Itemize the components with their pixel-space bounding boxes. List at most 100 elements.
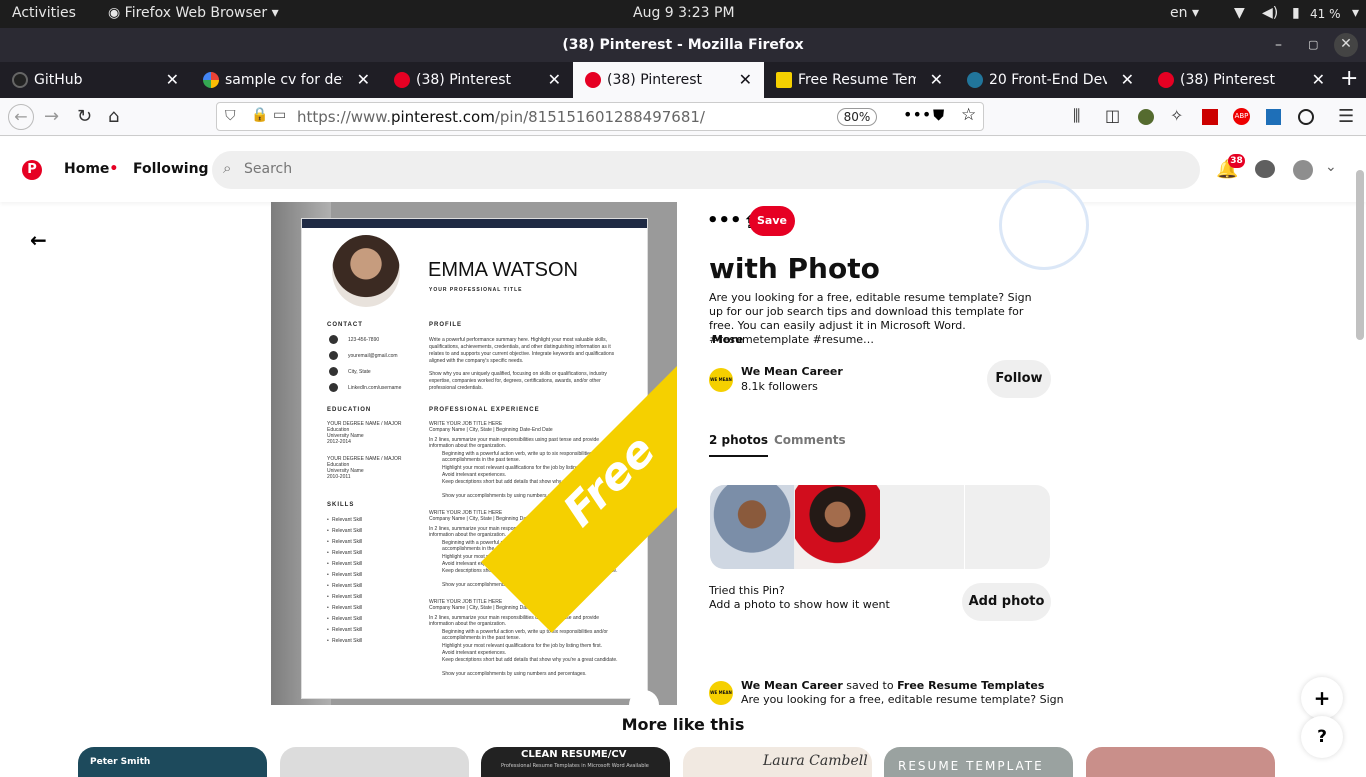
zoom-indicator[interactable]: 80% bbox=[837, 108, 877, 126]
reload-button[interactable]: ↻ bbox=[77, 106, 92, 127]
tab-pinterest-3[interactable]: (38) Pinterest ✕ bbox=[1146, 62, 1337, 98]
more-options-icon[interactable]: ••• bbox=[707, 210, 742, 231]
nav-home[interactable]: Home• bbox=[64, 161, 118, 177]
close-tab-icon[interactable]: ✕ bbox=[357, 70, 370, 89]
pin-image[interactable]: EMMA WATSON YOUR PROFESSIONAL TITLE CONT… bbox=[271, 202, 677, 705]
search-placeholder: Search bbox=[244, 161, 293, 177]
saver-avatar[interactable]: WE MEAN CAREER bbox=[709, 681, 733, 705]
creator-name[interactable]: We Mean Career bbox=[741, 365, 843, 378]
back-arrow-icon[interactable]: ← bbox=[30, 228, 47, 252]
resume-profile-text-2: Show why you are uniquely qualified, foc… bbox=[429, 371, 607, 391]
tab-label: (38) Pinterest bbox=[607, 72, 703, 88]
forward-button[interactable]: → bbox=[44, 106, 59, 127]
menu-hamburger-icon[interactable]: ☰ bbox=[1338, 106, 1354, 127]
related-pin-1[interactable]: Peter Smith bbox=[78, 747, 267, 777]
skill-bullet-icon: • bbox=[327, 583, 329, 589]
tried-photo-2[interactable] bbox=[795, 485, 880, 569]
permissions-icon[interactable]: ▭ bbox=[273, 107, 286, 123]
minimize-button[interactable]: – bbox=[1275, 28, 1282, 62]
email-icon bbox=[329, 351, 338, 360]
resume-contact-heading: CONTACT bbox=[327, 322, 363, 328]
app-menu[interactable]: ◉ Firefox Web Browser ▾ bbox=[108, 5, 279, 21]
tab-pinterest-1[interactable]: (38) Pinterest ✕ bbox=[382, 62, 573, 98]
system-menu-chevron-icon[interactable]: ▾ bbox=[1352, 5, 1359, 21]
pin-details: ••• ⇪ with Photo Are you looking for a f… bbox=[677, 180, 1089, 706]
lock-icon[interactable]: 🔒 bbox=[251, 107, 268, 123]
resume-job-line: Avoid irrelevant experiences. bbox=[442, 650, 507, 656]
new-tab-button[interactable]: + bbox=[1340, 66, 1358, 91]
pocket-icon[interactable]: ⛊ bbox=[933, 106, 944, 124]
home-label: Home bbox=[64, 161, 110, 177]
tab-photos[interactable]: 2 photos bbox=[709, 433, 769, 457]
activities-button[interactable]: Activities bbox=[12, 5, 76, 21]
wifi-icon[interactable]: ▼ bbox=[1234, 5, 1245, 21]
close-tab-icon[interactable]: ✕ bbox=[548, 70, 561, 89]
firefox-icon: ◉ bbox=[108, 5, 125, 21]
nav-following[interactable]: Following bbox=[133, 161, 209, 177]
volume-icon[interactable]: ◀) bbox=[1262, 5, 1278, 21]
page-actions-icon[interactable]: ••• bbox=[903, 105, 931, 124]
resume-skill-item: Relevant Skill bbox=[332, 539, 363, 545]
related-pin-5[interactable]: RESUME TEMPLATE bbox=[884, 747, 1073, 777]
close-tab-icon[interactable]: ✕ bbox=[166, 70, 179, 89]
url-text[interactable]: https://www.pinterest.com/pin/8151516012… bbox=[297, 108, 705, 126]
related-pin-4[interactable]: Laura Cambell bbox=[683, 747, 872, 777]
tab-label: 20 Front-End Devel bbox=[989, 72, 1107, 88]
extension-icon-4[interactable] bbox=[1266, 109, 1281, 125]
resume-skill-item: Relevant Skill bbox=[332, 616, 363, 622]
extension-icon-5[interactable] bbox=[1298, 109, 1314, 125]
battery-icon[interactable]: ▮ bbox=[1292, 5, 1300, 21]
saver-name[interactable]: We Mean Career bbox=[741, 679, 843, 692]
bookmark-star-icon[interactable]: ☆ bbox=[961, 105, 976, 125]
close-tab-icon[interactable]: ✕ bbox=[1312, 70, 1325, 89]
extension-icon-1[interactable] bbox=[1138, 109, 1154, 125]
resume-job-line: Company Name | City, State | Beginning D… bbox=[429, 427, 553, 433]
page-scrollbar[interactable] bbox=[1356, 170, 1364, 340]
home-icon[interactable]: ⌂ bbox=[108, 106, 119, 127]
extension-icon-2[interactable]: ✧ bbox=[1170, 106, 1183, 125]
tab-google[interactable]: sample cv for devel ✕ bbox=[191, 62, 382, 98]
extension-icon-3[interactable] bbox=[1202, 109, 1218, 125]
close-window-button[interactable]: ✕ bbox=[1334, 33, 1358, 57]
maximize-button[interactable]: ▢ bbox=[1308, 28, 1318, 62]
resume-skill-item: Relevant Skill bbox=[332, 627, 363, 633]
related-pin-6[interactable] bbox=[1086, 747, 1275, 777]
tried-photo-1[interactable] bbox=[710, 485, 794, 569]
resume-phone: 123-456-7890 bbox=[348, 337, 380, 343]
tracking-shield-icon[interactable]: ⛉ bbox=[225, 108, 236, 124]
google-icon bbox=[203, 72, 219, 88]
add-photo-button[interactable]: Add photo bbox=[962, 583, 1051, 621]
back-button[interactable]: ← bbox=[8, 104, 34, 130]
address-bar[interactable]: ⛉ 🔒 ▭ https://www.pinterest.com/pin/8151… bbox=[216, 102, 984, 131]
sidebar-icon[interactable]: ◫ bbox=[1105, 106, 1120, 125]
related-pin-3[interactable]: CLEAN RESUME/CV Professional Resume Templ… bbox=[481, 747, 670, 777]
messages-icon[interactable] bbox=[1255, 160, 1275, 178]
help-button[interactable]: ? bbox=[1301, 716, 1343, 758]
language-indicator[interactable]: en ▾ bbox=[1170, 5, 1199, 21]
pinterest-logo-icon[interactable]: P bbox=[22, 160, 42, 180]
accounts-chevron-down-icon[interactable]: ⌄ bbox=[1325, 159, 1337, 175]
resume-skill-item: Relevant Skill bbox=[332, 561, 363, 567]
library-icon[interactable]: ⫼ bbox=[1073, 106, 1080, 126]
create-plus-button[interactable]: + bbox=[1301, 677, 1343, 719]
tab-wordpress[interactable]: 20 Front-End Devel ✕ bbox=[955, 62, 1146, 98]
avatar[interactable] bbox=[1293, 160, 1313, 180]
tab-free-resume[interactable]: Free Resume Templ ✕ bbox=[764, 62, 955, 98]
related-pin-2[interactable] bbox=[280, 747, 469, 777]
phone-icon bbox=[329, 335, 338, 344]
clock[interactable]: Aug 9 3:23 PM bbox=[633, 5, 735, 21]
tab-label: Free Resume Templ bbox=[798, 72, 916, 88]
more-link[interactable]: More bbox=[712, 333, 743, 346]
tab-pinterest-active[interactable]: (38) Pinterest ✕ bbox=[573, 62, 764, 98]
tab-comments[interactable]: Comments bbox=[774, 433, 846, 447]
adblock-icon[interactable]: ABP bbox=[1233, 108, 1250, 125]
tried-photos-grid bbox=[710, 485, 1050, 569]
creator-avatar[interactable]: WE MEAN CAREER bbox=[709, 368, 733, 392]
close-tab-icon[interactable]: ✕ bbox=[739, 70, 752, 89]
saved-board-link[interactable]: Free Resume Templates bbox=[897, 679, 1044, 692]
tab-github[interactable]: GitHub ✕ bbox=[0, 62, 191, 98]
save-button[interactable]: Save bbox=[749, 206, 795, 236]
follow-button[interactable]: Follow bbox=[987, 360, 1051, 398]
close-tab-icon[interactable]: ✕ bbox=[1121, 70, 1134, 89]
close-tab-icon[interactable]: ✕ bbox=[930, 70, 943, 89]
